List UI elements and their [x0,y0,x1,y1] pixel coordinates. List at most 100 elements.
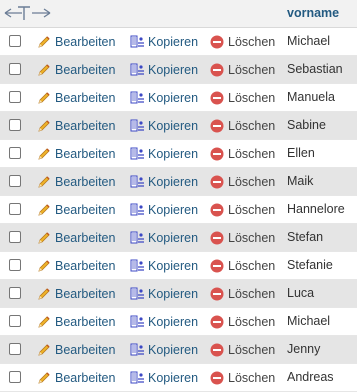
delete-label: Löschen [228,259,276,273]
row-checkbox[interactable] [9,35,21,47]
edit-label: Bearbeiten [55,91,116,105]
delete-link[interactable]: Löschen [209,146,275,162]
row-checkbox[interactable] [9,315,21,327]
delete-label: Löschen [228,203,276,217]
edit-label: Bearbeiten [55,315,116,329]
copy-link[interactable]: Kopieren [129,174,198,190]
row-checkbox[interactable] [9,371,21,383]
table-row: Bearbeiten Kopieren Löschen Luca [0,280,357,308]
delete-link[interactable]: Löschen [209,370,275,386]
row-checkbox[interactable] [9,287,21,299]
copy-link[interactable]: Kopieren [129,342,198,358]
copy-icon [129,230,145,246]
copy-icon [129,146,145,162]
delete-label: Löschen [228,343,276,357]
edit-label: Bearbeiten [55,63,116,77]
copy-link[interactable]: Kopieren [129,34,198,50]
copy-link[interactable]: Kopieren [129,146,198,162]
delete-link[interactable]: Löschen [209,202,275,218]
row-checkbox[interactable] [9,119,21,131]
copy-label: Kopieren [148,203,199,217]
edit-link[interactable]: Bearbeiten [36,146,115,162]
delete-link[interactable]: Löschen [209,314,275,330]
row-checkbox[interactable] [9,343,21,355]
edit-label: Bearbeiten [55,287,116,301]
row-checkbox[interactable] [9,91,21,103]
edit-link[interactable]: Bearbeiten [36,370,115,386]
copy-icon [129,202,145,218]
edit-link[interactable]: Bearbeiten [36,342,115,358]
delete-icon [209,342,225,358]
delete-icon [209,230,225,246]
delete-icon [209,62,225,78]
edit-link[interactable]: Bearbeiten [36,230,115,246]
row-checkbox[interactable] [9,259,21,271]
delete-link[interactable]: Löschen [209,62,275,78]
delete-icon [209,314,225,330]
delete-link[interactable]: Löschen [209,342,275,358]
table-row: Bearbeiten Kopieren Löschen Michael [0,28,357,56]
delete-link[interactable]: Löschen [209,90,275,106]
delete-link[interactable]: Löschen [209,174,275,190]
cell-vorname: Michael [287,34,331,48]
cell-vorname: Michael [287,314,331,328]
edit-link[interactable]: Bearbeiten [36,90,115,106]
table-row: Bearbeiten Kopieren Löschen Sabine [0,112,357,140]
edit-label: Bearbeiten [55,175,116,189]
copy-link[interactable]: Kopieren [129,286,198,302]
copy-link[interactable]: Kopieren [129,230,198,246]
edit-link[interactable]: Bearbeiten [36,258,115,274]
sort-arrows-icon[interactable] [4,5,52,21]
pencil-icon [36,342,52,358]
delete-link[interactable]: Löschen [209,258,275,274]
table-row: Bearbeiten Kopieren Löschen Hannelore [0,196,357,224]
copy-label: Kopieren [148,119,199,133]
pencil-icon [36,146,52,162]
edit-link[interactable]: Bearbeiten [36,34,115,50]
edit-label: Bearbeiten [55,371,116,385]
delete-icon [209,286,225,302]
copy-label: Kopieren [148,147,199,161]
copy-label: Kopieren [148,315,199,329]
pencil-icon [36,314,52,330]
delete-link[interactable]: Löschen [209,286,275,302]
copy-label: Kopieren [148,35,199,49]
edit-link[interactable]: Bearbeiten [36,62,115,78]
delete-label: Löschen [228,287,276,301]
copy-link[interactable]: Kopieren [129,62,198,78]
copy-link[interactable]: Kopieren [129,202,198,218]
copy-link[interactable]: Kopieren [129,258,198,274]
copy-icon [129,90,145,106]
copy-link[interactable]: Kopieren [129,118,198,134]
delete-link[interactable]: Löschen [209,118,275,134]
edit-link[interactable]: Bearbeiten [36,118,115,134]
copy-link[interactable]: Kopieren [129,90,198,106]
results-table: vorname Bearbeiten Kopieren Löschen Michael… [0,0,357,392]
row-checkbox[interactable] [9,231,21,243]
delete-link[interactable]: Löschen [209,34,275,50]
pencil-icon [36,202,52,218]
copy-label: Kopieren [148,91,199,105]
edit-link[interactable]: Bearbeiten [36,286,115,302]
row-checkbox[interactable] [9,203,21,215]
cell-vorname: Manuela [287,90,335,104]
edit-link[interactable]: Bearbeiten [36,314,115,330]
table-row: Bearbeiten Kopieren Löschen Jenny [0,336,357,364]
edit-link[interactable]: Bearbeiten [36,174,115,190]
delete-icon [209,146,225,162]
column-header-vorname[interactable]: vorname [287,6,339,20]
table-row: Bearbeiten Kopieren Löschen Michael [0,308,357,336]
row-checkbox[interactable] [9,147,21,159]
copy-link[interactable]: Kopieren [129,314,198,330]
pencil-icon [36,230,52,246]
delete-link[interactable]: Löschen [209,230,275,246]
row-checkbox[interactable] [9,175,21,187]
copy-link[interactable]: Kopieren [129,370,198,386]
delete-icon [209,174,225,190]
edit-label: Bearbeiten [55,231,116,245]
copy-icon [129,258,145,274]
row-checkbox[interactable] [9,63,21,75]
copy-icon [129,174,145,190]
edit-link[interactable]: Bearbeiten [36,202,115,218]
table-row: Bearbeiten Kopieren Löschen Andreas [0,364,357,392]
